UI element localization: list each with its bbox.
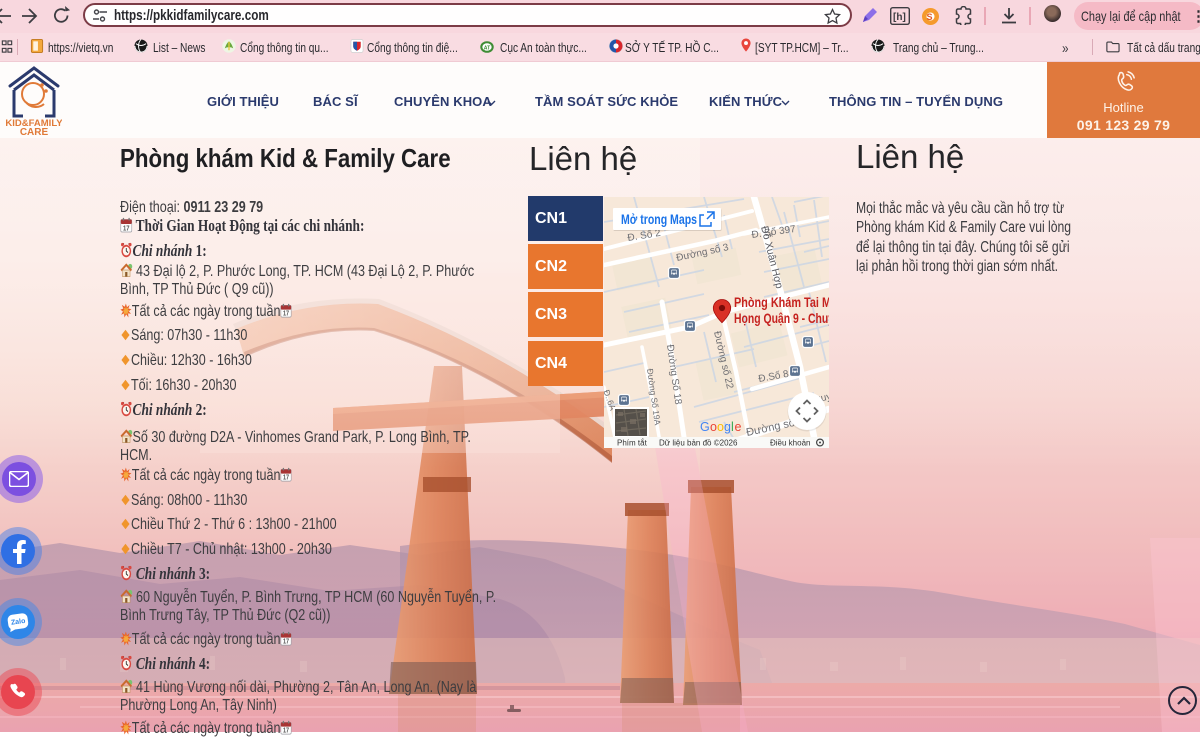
svg-text:Phím tắt: Phím tắt — [617, 439, 648, 448]
svg-text:Mở trong Maps: Mở trong Maps — [621, 212, 697, 227]
svg-text:CARE: CARE — [20, 127, 49, 136]
svg-text:AT: AT — [484, 45, 491, 51]
svg-text:l: l — [731, 420, 734, 434]
svg-text:o: o — [717, 420, 724, 434]
svg-text:o: o — [710, 420, 717, 434]
svg-text:G: G — [700, 420, 710, 434]
svg-text:Phòng Khám Tai M: Phòng Khám Tai M — [734, 295, 829, 310]
svg-text:[h]: [h] — [893, 12, 906, 23]
svg-text:Dữ liệu bản đồ ©2026: Dữ liệu bản đồ ©2026 — [659, 439, 738, 448]
svg-text:Họng Quận 9 - Chuy: Họng Quận 9 - Chuy — [734, 311, 829, 326]
svg-text:e: e — [735, 420, 742, 434]
svg-text:g: g — [724, 420, 731, 434]
svg-text:Điều khoản: Điều khoản — [770, 439, 810, 448]
svg-text:S: S — [927, 12, 933, 22]
